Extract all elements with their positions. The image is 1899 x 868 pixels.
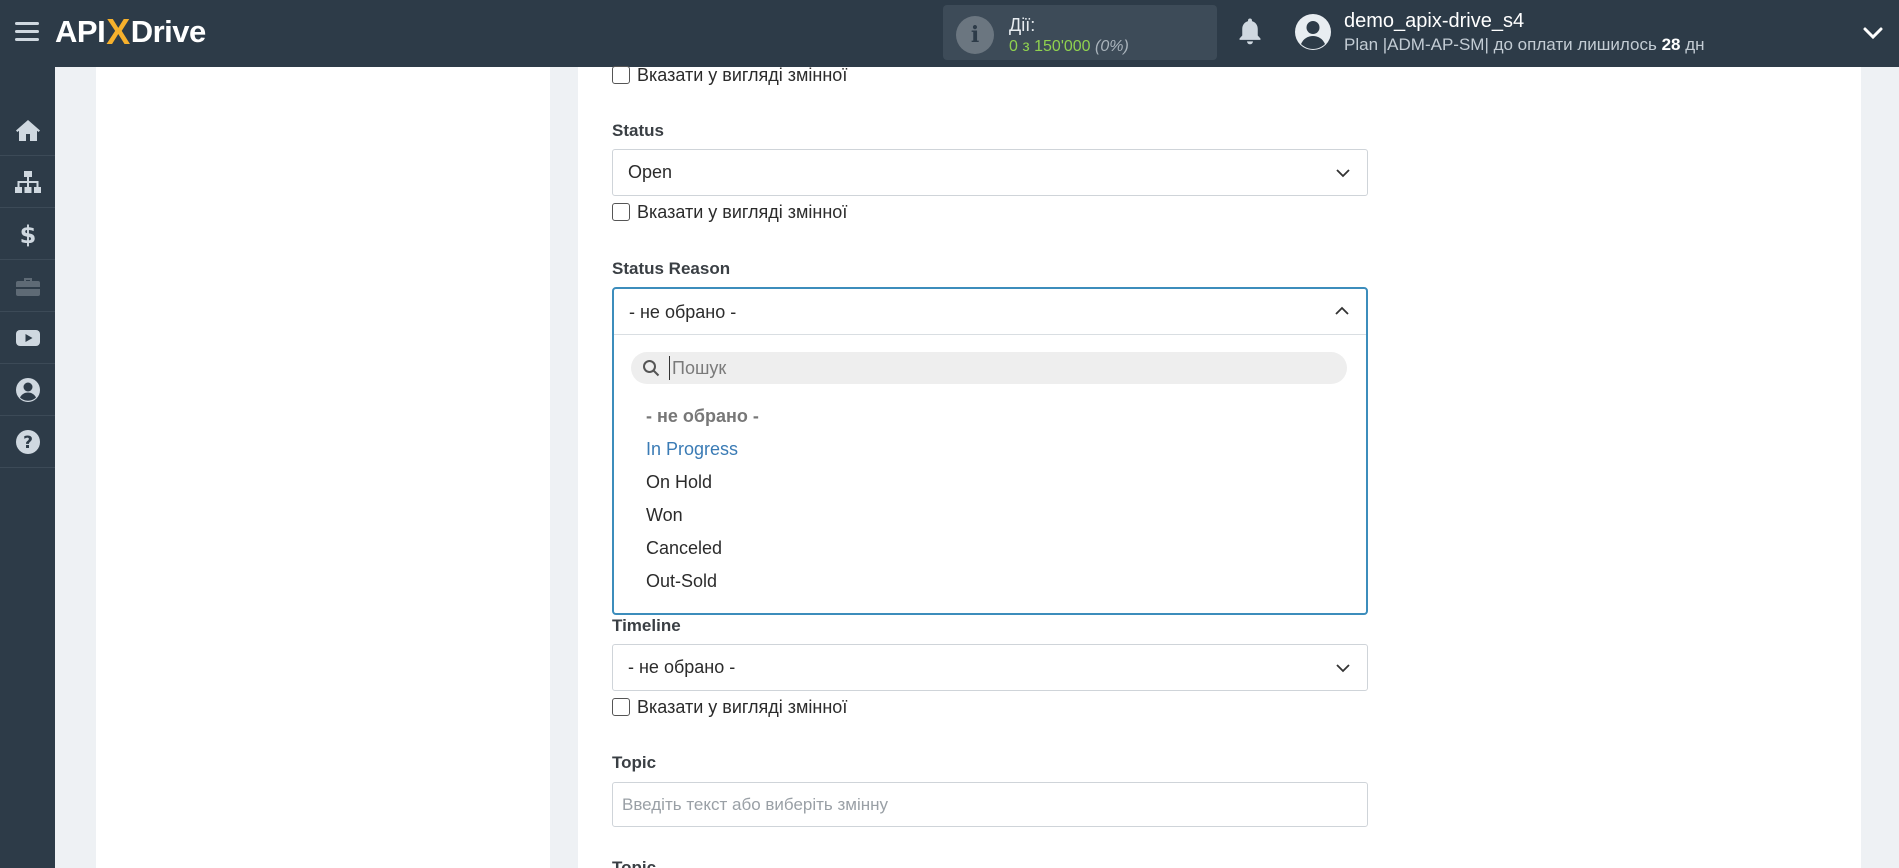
plan-prefix: Plan |ADM-AP-SM| до оплати лишилось [1344,35,1657,54]
plan-suffix: дн [1685,35,1705,54]
checkbox-label: Вказати у вигляді змінної [637,201,848,222]
question-icon: ? [15,429,40,454]
bell-icon[interactable] [1235,16,1265,48]
search-input[interactable] [669,356,1329,380]
chevron-down-icon[interactable] [1862,22,1884,44]
logo-text-drive: Drive [130,14,207,49]
timeline-label: Timeline [612,616,681,635]
dropdown-option[interactable]: On Hold [646,472,712,493]
chevron-down-icon [1336,169,1350,178]
status-reason-dropdown[interactable]: - не обрано - - не обрано - In Progress … [612,287,1368,615]
variable-checkbox-row[interactable]: Вказати у вигляді змінної [612,64,847,86]
user-name[interactable]: demo_apix-drive_s4 [1344,10,1524,33]
checkbox[interactable] [612,66,630,84]
sidebar-item-help[interactable]: ? [0,416,55,468]
dropdown-option[interactable]: Won [646,505,683,526]
status-reason-value: - не обрано - [629,302,737,322]
youtube-icon [15,329,40,346]
briefcase-icon [15,277,40,296]
status-reason-label: Status Reason [612,259,731,278]
dropdown-option[interactable]: Out-Sold [646,571,717,592]
sidebar-item-services[interactable] [0,260,55,312]
checkbox[interactable] [612,698,630,716]
dropdown-option[interactable]: Canceled [646,538,722,559]
dropdown-option[interactable]: - не обрано - [646,406,759,427]
checkbox-label: Вказати у вигляді змінної [637,696,848,717]
next-field-label: Topic [612,858,657,868]
status-variable-checkbox-row[interactable]: Вказати у вигляді змінної [612,201,847,223]
logo-text-x: X [106,11,130,52]
sidebar: $ ? [0,67,55,868]
actions-counter[interactable]: i Дії: 0 з 150'000 (0%) [943,5,1217,60]
dollar-icon: $ [19,221,36,248]
svg-text:$: $ [19,221,36,248]
status-label: Status [612,121,664,140]
checkbox[interactable] [612,203,630,221]
avatar-icon[interactable] [1294,13,1332,51]
status-value: Open [628,162,673,182]
user-plan: Plan |ADM-AP-SM| до оплати лишилось 28 д… [1344,35,1705,55]
dropdown-option[interactable]: In Progress [646,439,738,460]
search-icon [643,360,660,377]
apix-drive-logo[interactable]: API X Drive [55,10,206,54]
timeline-value: - не обрано - [628,657,736,677]
chevron-up-icon [1335,306,1349,315]
status-reason-select[interactable]: - не обрано - [614,289,1366,335]
menu-toggle-icon[interactable] [15,22,39,42]
topic-input[interactable]: Введіть текст або виберіть змінну [612,782,1368,827]
sidebar-item-profile[interactable] [0,364,55,416]
timeline-variable-checkbox-row[interactable]: Вказати у вигляді змінної [612,696,847,718]
status-select[interactable]: Open [612,149,1368,196]
timeline-select[interactable]: - не обрано - [612,644,1368,691]
sidebar-item-connections[interactable] [0,156,55,208]
svg-text:?: ? [23,433,33,453]
logo-text-api: API [55,14,106,49]
user-circle-icon [15,377,40,402]
checkbox-label: Вказати у вигляді змінної [637,64,848,85]
sitemap-icon [14,170,41,193]
topic-label: Topic [612,753,657,772]
plan-days: 28 [1661,35,1681,54]
dropdown-search[interactable] [631,352,1347,384]
actions-value: 0 з 150'000 (0%) [1009,38,1129,56]
actions-percent: (0%) [1095,38,1129,55]
home-icon [15,119,40,141]
top-bar: API X Drive i Дії: 0 з 150'000 (0%) demo_a… [0,0,1899,67]
left-panel [96,67,550,868]
sidebar-item-home[interactable] [0,104,55,156]
chevron-down-icon [1336,664,1350,673]
info-icon: i [956,16,994,54]
actions-label: Дії: [1009,15,1036,35]
sidebar-item-videos[interactable] [0,312,55,364]
actions-count: 0 з 150'000 [1009,38,1091,55]
sidebar-item-billing[interactable]: $ [0,208,55,260]
